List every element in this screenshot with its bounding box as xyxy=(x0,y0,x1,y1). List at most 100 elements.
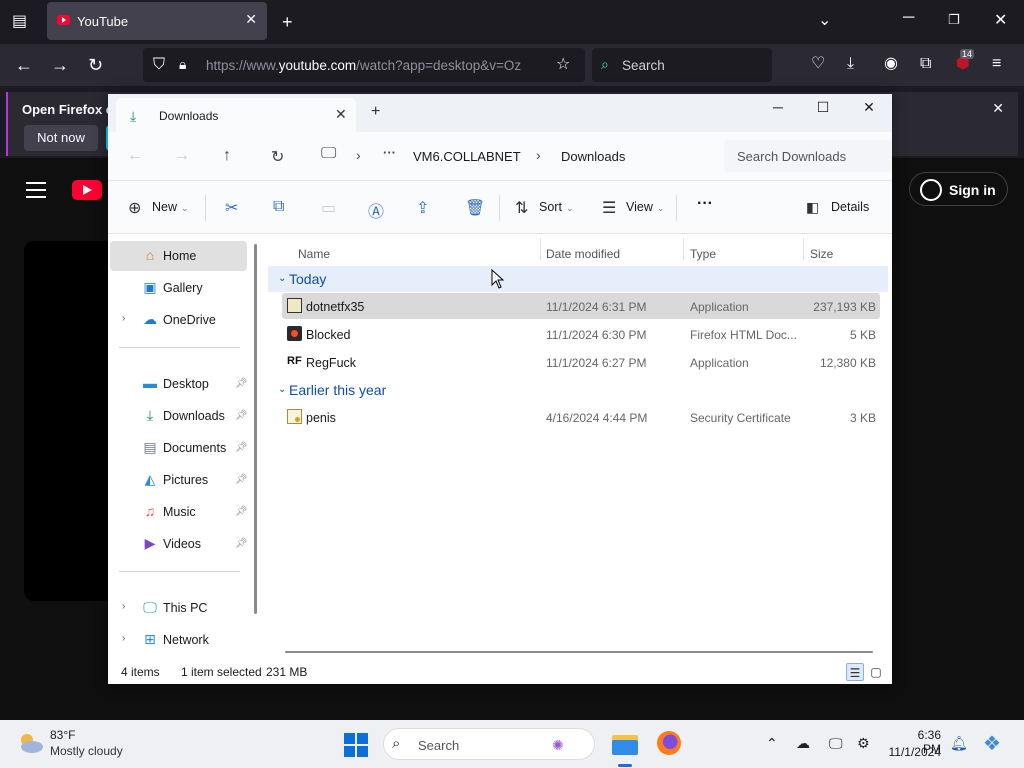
pin-icon[interactable]: 📌︎ xyxy=(235,474,248,485)
restore-icon[interactable]: ❐ xyxy=(948,13,960,26)
expand-chevron-icon[interactable]: › xyxy=(122,313,125,324)
downloads-icon[interactable]: ⤓ xyxy=(847,56,854,72)
hamburger-menu-icon[interactable] xyxy=(26,182,46,203)
file-row[interactable]: Blocked 11/1/2024 6:30 PM Firefox HTML D… xyxy=(282,321,880,347)
tab-overflow-chevron-icon[interactable]: ⌄ xyxy=(818,13,831,29)
firefox-taskbar-icon[interactable] xyxy=(655,729,685,759)
youtube-logo[interactable] xyxy=(72,180,102,200)
file-row[interactable]: penis 4/16/2024 4:44 PM Security Certifi… xyxy=(282,404,880,430)
paste-icon[interactable]: ▭ xyxy=(321,198,336,218)
pin-icon[interactable]: 📌︎ xyxy=(235,410,248,421)
group-header-earlier-this-year[interactable]: ⌄ Earlier this year xyxy=(268,377,888,403)
minimize-icon[interactable]: ─ xyxy=(903,10,914,26)
reload-icon[interactable]: ↻ xyxy=(88,56,103,74)
display-icon[interactable]: 🖵︎ xyxy=(829,735,843,752)
cut-icon[interactable]: ✂ xyxy=(225,198,238,218)
details-button[interactable]: Details xyxy=(831,200,869,214)
account-icon[interactable]: ◉ xyxy=(884,56,898,72)
expand-chevron-icon[interactable]: › xyxy=(122,601,125,612)
sidebar-scrollbar[interactable] xyxy=(254,244,257,614)
shield-icon[interactable]: ⛉ xyxy=(153,57,165,73)
sidebar-item-this-pc[interactable]: › 🖵︎ This PC xyxy=(110,593,247,623)
group-header-today[interactable]: ⌄ Today xyxy=(268,266,888,292)
new-tab-icon[interactable]: + xyxy=(371,103,380,121)
minimize-icon[interactable]: ─ xyxy=(763,99,793,115)
url-text[interactable]: https://www.youtube.com/watch?app=deskto… xyxy=(206,58,546,73)
close-tab-icon[interactable]: ✕ xyxy=(245,11,257,28)
back-icon[interactable]: ← xyxy=(127,147,143,165)
forward-icon[interactable]: → xyxy=(51,56,69,74)
pin-icon[interactable]: 📌︎ xyxy=(235,442,248,453)
sidebar-item-music[interactable]: ♫ Music 📌︎ xyxy=(110,497,248,527)
url-bar[interactable]: ⛉ 🔒︎ https://www.youtube.com/watch?app=d… xyxy=(143,48,585,82)
sort-button[interactable]: Sort ⌄ xyxy=(539,200,573,214)
horizontal-scrollbar[interactable] xyxy=(285,651,873,653)
sidebar-item-onedrive[interactable]: › ☁ OneDrive xyxy=(110,305,247,335)
pin-icon[interactable]: 📌︎ xyxy=(235,378,248,389)
show-hidden-icons-chevron-icon[interactable]: ⌃ xyxy=(766,735,778,752)
file-row[interactable]: dotnetfx35 11/1/2024 6:31 PM Application… xyxy=(282,293,880,319)
app-menu-icon[interactable]: ≡ xyxy=(992,56,1001,72)
list-all-tabs-icon[interactable]: ▤ xyxy=(12,14,27,30)
column-divider[interactable] xyxy=(683,238,684,260)
new-tab-icon[interactable]: + xyxy=(282,13,293,31)
column-header-size[interactable]: Size xyxy=(810,247,833,261)
sidebar-item-downloads[interactable]: ⤓ Downloads 📌︎ xyxy=(110,401,248,431)
pocket-icon[interactable]: ♡ xyxy=(811,56,825,72)
breadcrumb-host[interactable]: VM6.COLLABNET xyxy=(413,149,521,164)
taskbar-search[interactable]: ⌕ Search ✺ xyxy=(383,728,595,760)
search-bar[interactable]: ⌕ Search xyxy=(592,48,772,82)
search-downloads-input[interactable]: Search Downloads xyxy=(724,140,892,172)
video-player[interactable] xyxy=(24,241,114,601)
extensions-icon[interactable]: ⧉ xyxy=(920,56,931,72)
sidebar-item-videos[interactable]: ▶ Videos 📌︎ xyxy=(110,529,248,559)
monitor-icon[interactable]: 🖵︎ xyxy=(321,145,336,163)
column-header-date[interactable]: Date modified xyxy=(546,247,620,261)
file-row[interactable]: RF RegFuck 11/1/2024 6:27 PM Application… xyxy=(282,349,880,375)
collapse-chevron-icon[interactable]: ⌄ xyxy=(278,273,286,284)
sidebar-item-home[interactable]: ⌂ Home xyxy=(110,241,247,271)
delete-icon[interactable]: 🗑︎ xyxy=(465,198,485,218)
breadcrumb-more[interactable]: ··· xyxy=(383,145,396,160)
sign-in-button[interactable]: Sign in xyxy=(909,172,1008,206)
file-explorer-taskbar-icon[interactable] xyxy=(610,729,640,759)
share-icon[interactable]: ⇪ xyxy=(416,198,429,218)
column-header-type[interactable]: Type xyxy=(690,247,716,261)
pin-icon[interactable]: 📌︎ xyxy=(235,506,248,517)
close-window-icon[interactable]: ✕ xyxy=(994,13,1007,29)
up-icon[interactable]: ↑ xyxy=(223,147,231,165)
not-now-button[interactable]: Not now xyxy=(24,125,98,151)
column-divider[interactable] xyxy=(540,238,541,260)
sidebar-item-desktop[interactable]: ▬ Desktop 📌︎ xyxy=(110,369,248,399)
close-tab-icon[interactable]: ✕ xyxy=(335,106,347,123)
forward-icon[interactable]: → xyxy=(174,147,190,165)
tiles-view-icon[interactable]: ▢ xyxy=(867,663,885,681)
explorer-tab-downloads[interactable]: ⤓ Downloads ✕ xyxy=(116,98,356,132)
sidebar-item-network[interactable]: › ⊞ Network xyxy=(110,625,247,655)
maximize-icon[interactable]: ☐ xyxy=(808,99,838,116)
details-view-icon[interactable]: ☰ xyxy=(846,663,864,681)
close-notice-icon[interactable]: ✕ xyxy=(992,100,1004,117)
back-icon[interactable]: ← xyxy=(15,56,33,74)
tab-youtube[interactable]: YouTube ✕ xyxy=(47,2,267,40)
copilot-icon[interactable]: ❖ xyxy=(983,731,1001,756)
start-button[interactable] xyxy=(344,733,368,757)
clock-date[interactable]: 11/1/2024 xyxy=(879,745,942,759)
bookmark-star-icon[interactable]: ☆ xyxy=(556,57,570,73)
notification-bell-icon[interactable]: 🔔︎ xyxy=(950,735,968,752)
column-header-name[interactable]: Name xyxy=(298,247,330,261)
onedrive-offline-icon[interactable]: ☁ xyxy=(796,735,810,752)
rename-icon[interactable]: Ⓐ xyxy=(368,198,384,222)
collapse-chevron-icon[interactable]: ⌄ xyxy=(278,384,286,395)
network-settings-icon[interactable]: ⚙ xyxy=(857,735,870,752)
new-button[interactable]: New ⌄ xyxy=(152,200,189,214)
more-options-button[interactable]: ··· xyxy=(697,195,713,213)
expand-chevron-icon[interactable]: › xyxy=(122,633,125,644)
sidebar-item-pictures[interactable]: ◭ Pictures 📌︎ xyxy=(110,465,248,495)
view-button[interactable]: View ⌄ xyxy=(626,200,664,214)
copy-icon[interactable]: ⧉ xyxy=(273,198,284,216)
pin-icon[interactable]: 📌︎ xyxy=(235,538,248,549)
sidebar-item-documents[interactable]: ▤ Documents 📌︎ xyxy=(110,433,247,463)
breadcrumb-current[interactable]: Downloads xyxy=(561,149,625,164)
sidebar-item-gallery[interactable]: ▣ Gallery xyxy=(110,273,247,303)
